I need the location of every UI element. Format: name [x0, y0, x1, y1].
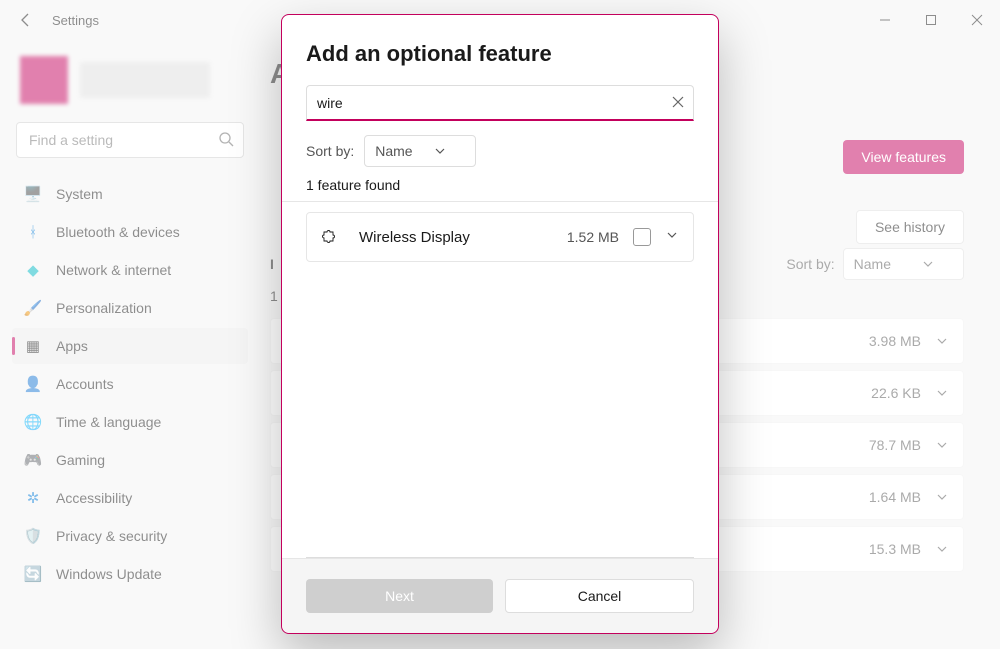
feature-name: Wireless Display: [359, 229, 553, 246]
results-count: 1 feature found: [306, 177, 694, 193]
feature-result[interactable]: Wireless Display 1.52 MB: [306, 212, 694, 262]
divider: [282, 201, 718, 202]
next-button[interactable]: Next: [306, 579, 493, 613]
clear-search-icon[interactable]: [671, 95, 685, 114]
feature-size: 1.52 MB: [567, 229, 619, 245]
feature-search-input[interactable]: [317, 95, 661, 111]
dialog-sort-dropdown[interactable]: Name: [364, 135, 475, 167]
feature-checkbox[interactable]: [633, 228, 651, 246]
cancel-button[interactable]: Cancel: [505, 579, 694, 613]
chevron-down-icon[interactable]: [665, 228, 679, 247]
dialog-sort-value: Name: [375, 143, 412, 159]
dialog-sort-label: Sort by:: [306, 143, 354, 159]
feature-icon: [321, 226, 339, 249]
add-feature-dialog: Add an optional feature Sort by: Name 1 …: [281, 14, 719, 634]
dialog-title: Add an optional feature: [306, 41, 694, 67]
